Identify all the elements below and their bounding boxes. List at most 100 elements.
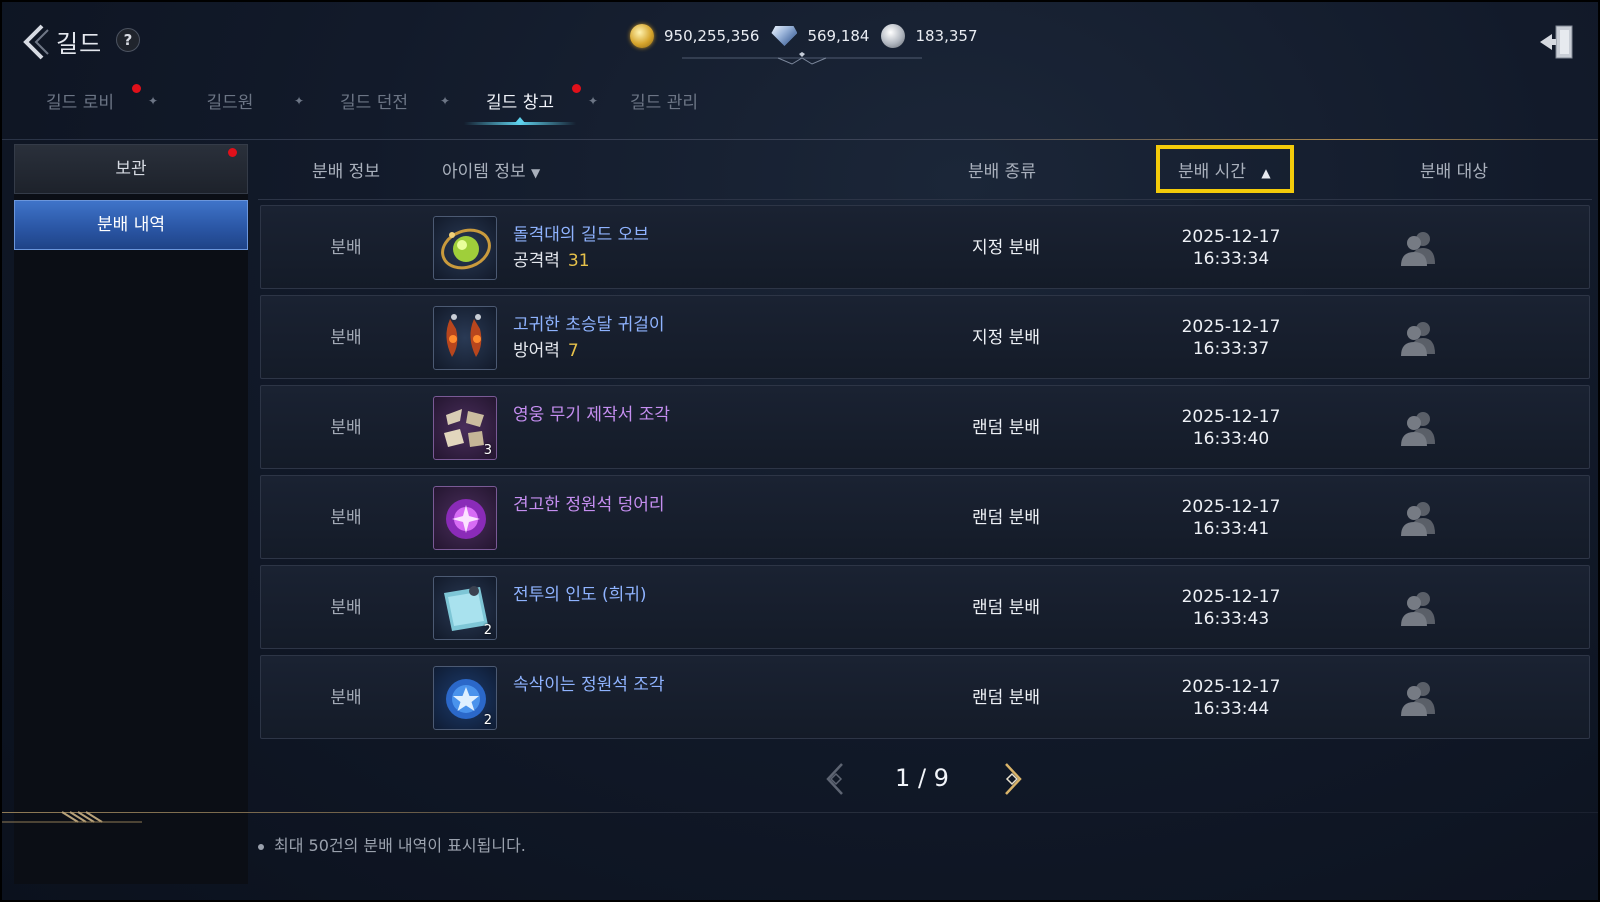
notification-dot (228, 148, 237, 157)
distribution-time: 2025-12-17 16:33:43 (1161, 586, 1301, 630)
item-name: 속삭이는 정원석 조각 (513, 675, 665, 695)
distribution-target-button[interactable] (1397, 586, 1441, 630)
tab-separator: ✦ (294, 94, 305, 108)
item-name: 돌격대의 길드 오브 (513, 225, 649, 245)
distribution-time: 2025-12-17 16:33:37 (1161, 316, 1301, 360)
distribution-target-button[interactable] (1397, 676, 1441, 720)
table-row[interactable]: 분배 3 영웅 무기 제작서 조각 랜덤 분배 2025-12-17 16:33… (260, 385, 1590, 469)
members-icon (1401, 412, 1435, 446)
distribution-time: 2025-12-17 16:33:34 (1161, 226, 1301, 270)
column-header-label: 아이템 정보 (442, 162, 526, 182)
table-row[interactable]: 분배 2 속삭이는 정원석 조각 랜덤 분배 2025-12-17 16:33:… (260, 655, 1590, 739)
distribution-target-button[interactable] (1397, 496, 1441, 540)
item-stat-label: 공격력 (513, 251, 560, 271)
battle-guide-icon[interactable]: 2 (433, 576, 497, 640)
silver-coin-icon (881, 24, 906, 48)
distribution-target-button[interactable] (1397, 226, 1441, 270)
item-stat-value: 7 (567, 341, 579, 361)
tab-guild-lobby[interactable]: 길드 로비 (32, 84, 128, 128)
tab-guild-management[interactable]: 길드 관리 (616, 84, 712, 128)
tab-separator: ✦ (588, 94, 599, 108)
notification-dot (132, 84, 141, 93)
distribution-date: 2025-12-17 (1181, 677, 1281, 697)
back-arrow-icon (23, 24, 49, 60)
distribution-clock: 16:33:37 (1192, 339, 1270, 359)
chevron-left-icon (826, 763, 843, 795)
distribution-clock: 16:33:43 (1192, 609, 1270, 629)
essence-stone-icon[interactable] (433, 486, 497, 550)
scroll-fragment-icon[interactable]: 3 (433, 396, 497, 460)
item-stat: 공격력 31 (513, 246, 590, 271)
table-row[interactable]: 분배 고귀한 초승달 귀걸이 방어력 7 지정 분배 2025-12-17 16:… (260, 295, 1590, 379)
page-indicator: 1 / 9 (895, 764, 949, 792)
page-title: 길드 (56, 30, 103, 58)
members-icon (1401, 232, 1435, 266)
footer-divider (2, 812, 1598, 813)
footer-ornament (2, 811, 142, 823)
footer-note: 최대 50건의 분배 내역이 표시됩니다. (258, 832, 526, 856)
item-quantity: 2 (483, 713, 492, 728)
gold-currency: 950,255,356 (630, 24, 759, 48)
notification-dot (572, 84, 581, 93)
tab-separator: ✦ (440, 94, 451, 108)
back-button[interactable] (18, 22, 52, 62)
previous-page-button[interactable] (822, 762, 850, 796)
guild-tabs: 길드 로비 ✦ 길드원 ✦ 길드 던전 ✦ 길드 창고 ✦ 길드 관리 (2, 84, 1598, 132)
distribution-info: 분배 (330, 688, 362, 708)
help-button[interactable]: ? (116, 28, 140, 52)
diamond-currency: 569,184 (771, 26, 869, 46)
header-ornament (682, 52, 922, 65)
table-row[interactable]: 분배 견고한 정원석 덩어리 랜덤 분배 2025-12-17 16:33:41 (260, 475, 1590, 559)
item-stat-label: 방어력 (513, 341, 560, 361)
chevron-right-icon (1005, 763, 1022, 795)
members-icon (1401, 322, 1435, 356)
distribution-info: 분배 (330, 598, 362, 618)
guild-screen: 길드 ? 950,255,356 569,184 183,357 길드 로비 ✦ (0, 0, 1600, 902)
active-tab-caret (515, 117, 525, 123)
distribution-date: 2025-12-17 (1181, 317, 1281, 337)
distribution-clock: 16:33:44 (1192, 699, 1270, 719)
distribution-info: 분배 (330, 238, 362, 258)
tab-guild-dungeon[interactable]: 길드 던전 (326, 84, 422, 128)
sidebar-item-distribution-history[interactable]: 분배 내역 (14, 200, 248, 250)
item-name: 고귀한 초승달 귀걸이 (513, 315, 665, 335)
tab-separator: ✦ (148, 94, 159, 108)
exit-button[interactable] (1538, 22, 1578, 62)
distribution-type: 랜덤 분배 (972, 598, 1040, 618)
sort-highlight-box (1156, 145, 1294, 193)
members-icon (1401, 592, 1435, 626)
distribution-target-button[interactable] (1397, 316, 1441, 360)
currency-bar: 950,255,356 569,184 183,357 (630, 22, 978, 50)
members-icon (1401, 502, 1435, 536)
next-page-button[interactable] (998, 762, 1026, 796)
footer-note-text: 최대 50건의 분배 내역이 표시됩니다. (274, 836, 526, 855)
distribution-clock: 16:33:40 (1192, 429, 1270, 449)
item-name: 영웅 무기 제작서 조각 (513, 405, 670, 425)
item-quantity: 3 (483, 443, 492, 458)
column-header-item-info[interactable]: 아이템 정보 ▼ (442, 144, 540, 200)
distribution-time: 2025-12-17 16:33:40 (1161, 406, 1301, 450)
distribution-date: 2025-12-17 (1181, 407, 1281, 427)
column-header-distribution-info: 분배 정보 (312, 162, 380, 182)
distribution-date: 2025-12-17 (1181, 497, 1281, 517)
distribution-date: 2025-12-17 (1181, 587, 1281, 607)
distribution-target-button[interactable] (1397, 406, 1441, 450)
distribution-info: 분배 (330, 328, 362, 348)
orb-icon[interactable] (433, 216, 497, 280)
distribution-clock: 16:33:41 (1192, 519, 1270, 539)
star-fragment-icon[interactable]: 2 (433, 666, 497, 730)
sidebar-item-storage[interactable]: 보관 (14, 144, 248, 194)
column-header-distribution-target: 분배 대상 (1420, 162, 1488, 182)
distribution-date: 2025-12-17 (1181, 227, 1281, 247)
earring-icon[interactable] (433, 306, 497, 370)
table-row[interactable]: 분배 돌격대의 길드 오브 공격력 31 지정 분배 2025-12-17 16:… (260, 205, 1590, 289)
tab-guild-members[interactable]: 길드원 (190, 84, 270, 128)
distribution-type: 지정 분배 (972, 238, 1040, 258)
header-divider (2, 139, 1598, 140)
distribution-type: 랜덤 분배 (972, 688, 1040, 708)
item-name: 전투의 인도 (희귀) (513, 585, 647, 605)
sort-down-icon: ▼ (531, 166, 541, 180)
diamond-amount: 569,184 (807, 27, 870, 45)
distribution-list: 분배 돌격대의 길드 오브 공격력 31 지정 분배 2025-12-17 16:… (260, 205, 1590, 745)
table-row[interactable]: 분배 2 전투의 인도 (희귀) 랜덤 분배 2025-12-17 16:33:… (260, 565, 1590, 649)
